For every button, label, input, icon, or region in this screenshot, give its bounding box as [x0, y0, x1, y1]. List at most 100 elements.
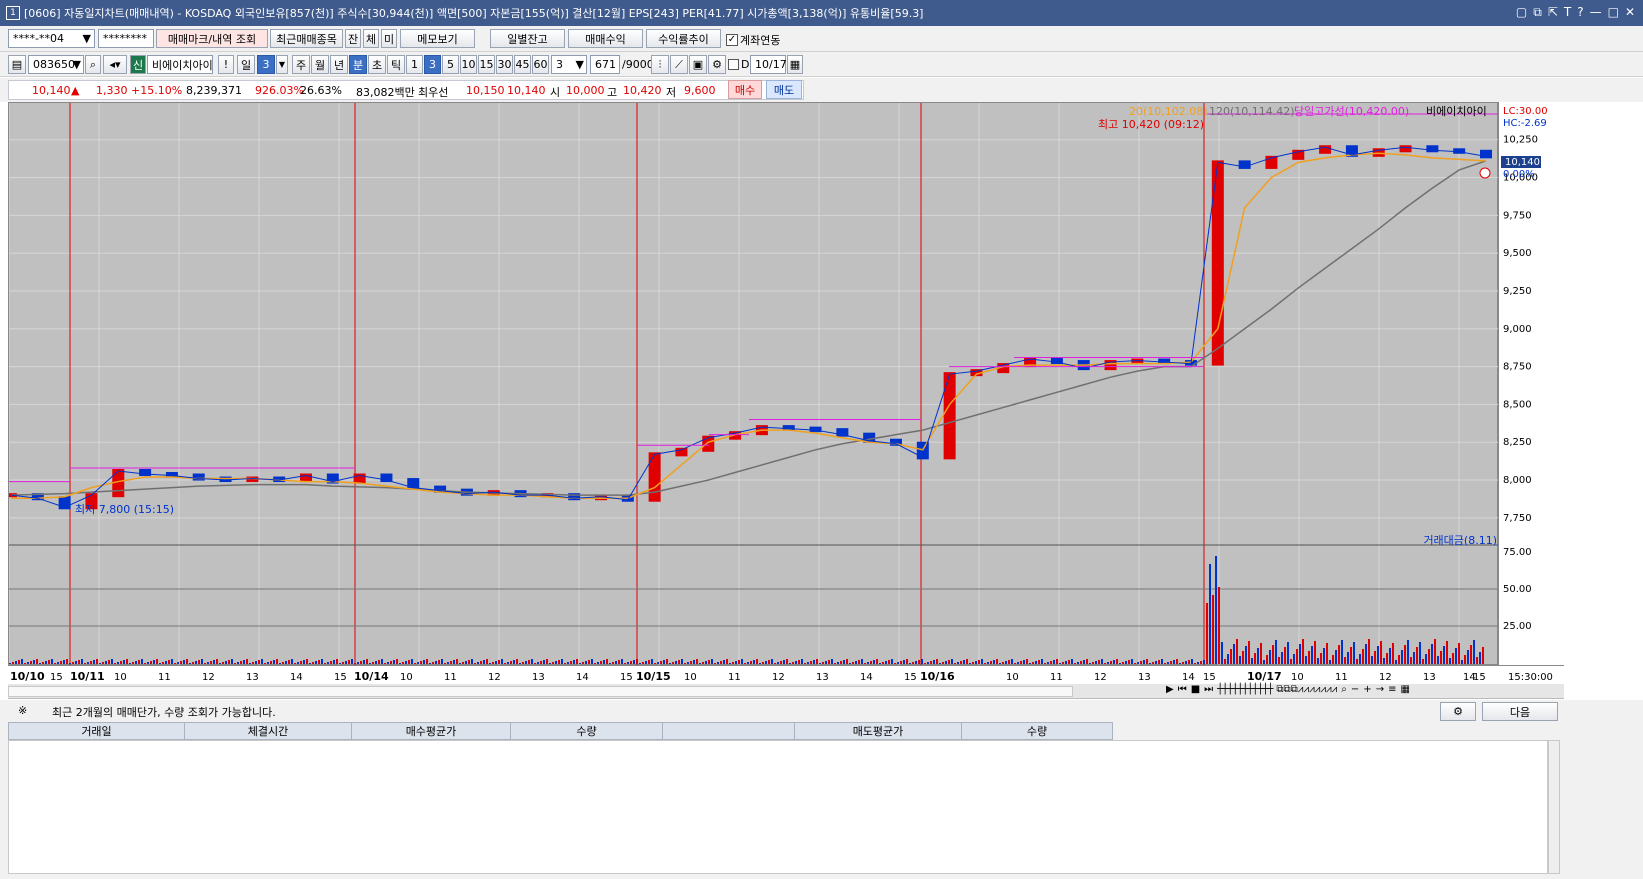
volume-bar — [237, 662, 239, 664]
period-30[interactable]: 30 — [496, 55, 513, 74]
candle-icon[interactable]: ⫶ — [651, 55, 669, 74]
period-60[interactable]: 60 — [532, 55, 549, 74]
tab-month[interactable]: 월 — [311, 55, 329, 74]
next-button[interactable]: 다음 — [1482, 702, 1558, 721]
volume-bar — [168, 660, 170, 664]
save-icon[interactable]: ▣ — [689, 55, 707, 74]
gear-icon[interactable]: ⚙ — [1440, 702, 1476, 721]
arrow-icon[interactable]: → — [1376, 684, 1384, 695]
volume-bar — [771, 659, 773, 664]
volume-bar — [924, 663, 926, 664]
speaker-icon[interactable]: ◂▾ — [103, 55, 127, 74]
stock-code-input[interactable]: 083650 ▼ — [28, 55, 84, 74]
trade-profit-button[interactable]: 매매수익 — [568, 29, 643, 48]
buy-button[interactable]: 매수 — [728, 80, 762, 99]
tab-year[interactable]: 년 — [330, 55, 348, 74]
maximize-icon[interactable]: □ — [1608, 5, 1619, 20]
price-tick: 9,250 — [1503, 286, 1532, 297]
rewind-icon[interactable]: ⏮ — [1178, 684, 1187, 695]
min-price-label: 최저 7,800 (15:15) — [75, 503, 174, 516]
close-icon[interactable]: ✕ — [1625, 5, 1635, 20]
tab-minute[interactable]: 분 — [349, 55, 367, 74]
account-select[interactable]: ****-**04 ▼ — [8, 29, 95, 48]
volume-bar — [1227, 654, 1229, 664]
recent-stocks-button[interactable]: 최근매매종목 — [270, 29, 343, 48]
volume-bar — [657, 662, 659, 664]
period-count-select[interactable]: 3 ▼ — [551, 55, 587, 74]
play-right-icon[interactable]: ▶ — [1166, 684, 1174, 695]
pending-button[interactable]: 미 — [381, 29, 397, 48]
scroll-thumb[interactable] — [8, 686, 1073, 697]
settings-icon[interactable]: ▦ — [1400, 684, 1409, 695]
date-checkbox[interactable] — [728, 59, 739, 70]
password-field[interactable]: ******** — [98, 29, 154, 48]
volume-bar — [1026, 659, 1028, 664]
period-3[interactable]: 3 — [424, 55, 441, 74]
volume-bar — [669, 663, 671, 664]
chevron-down-icon[interactable]: ▼ — [276, 55, 288, 74]
balance-button[interactable]: 잔 — [345, 29, 361, 48]
volume-bar — [456, 659, 458, 664]
volume-bar — [807, 662, 809, 664]
trade-table-body[interactable] — [8, 740, 1548, 874]
period-45[interactable]: 45 — [514, 55, 531, 74]
grid-icon[interactable]: ≡ — [1388, 684, 1396, 695]
volume-bar — [540, 661, 542, 664]
tab-second[interactable]: 초 — [368, 55, 386, 74]
forward-icon[interactable]: ⏭ — [1204, 684, 1213, 695]
zoom-icon[interactable]: ⌕ — [1341, 684, 1347, 695]
search-icon[interactable]: ⌕ — [85, 55, 101, 74]
volume-bar — [1251, 658, 1253, 664]
memo-button[interactable]: 메모보기 — [400, 29, 475, 48]
time-tick: 10 — [114, 672, 127, 683]
period-15[interactable]: 15 — [478, 55, 495, 74]
ma120-legend: 120(10,114.42) — [1209, 105, 1295, 118]
help-icon[interactable]: ? — [1577, 5, 1583, 20]
zoom-out-icon[interactable]: − — [1351, 684, 1359, 695]
page-input[interactable]: 671 — [590, 55, 620, 74]
volume-bar — [249, 663, 251, 664]
time-tick: 10 — [1291, 672, 1304, 683]
volume-bar — [1044, 663, 1046, 664]
volume-bar — [327, 662, 329, 664]
alert-button[interactable]: ! — [218, 55, 234, 74]
stop-icon[interactable]: ■ — [1191, 684, 1200, 695]
volume-bar — [1077, 662, 1079, 664]
price-chart[interactable]: 20(10,102.08) 120(10,114.42) 당일고가선(10,420.… — [5, 102, 1499, 666]
tab-tick[interactable]: 틱 — [387, 55, 405, 74]
return-trend-button[interactable]: 수익률추이 — [646, 29, 721, 48]
checkbox-checked-icon[interactable]: ✓ — [726, 34, 738, 46]
table-scrollbar[interactable] — [1548, 740, 1560, 874]
tab-week[interactable]: 주 — [292, 55, 310, 74]
chart-scrollbar[interactable]: ▶ ⏮ ■ ⏭ ┼┼┼┼┼┼┼┼┼┼┼ ⧉⧉⧉⩘⩘⩘⩘⩘⩘⩘ ⌕ − + → ≡… — [8, 684, 1564, 699]
list-icon[interactable]: ▤ — [8, 55, 26, 74]
copy-icon[interactable]: ⧉ — [1533, 5, 1542, 20]
font-icon[interactable]: T — [1564, 5, 1571, 20]
volume-bar — [1380, 641, 1382, 664]
executed-button[interactable]: 체 — [363, 29, 379, 48]
calendar-icon[interactable]: ▦ — [787, 55, 803, 74]
daily-balance-button[interactable]: 일별잔고 — [490, 29, 565, 48]
zoom-slider[interactable]: ┼┼┼┼┼┼┼┼┼┼┼ — [1217, 684, 1273, 695]
zoom-in-icon[interactable]: + — [1363, 684, 1371, 695]
volume-bar — [354, 663, 356, 664]
mark-query-button[interactable]: 매매마크/내역 조회 — [156, 29, 268, 48]
minimize-icon[interactable]: — — [1590, 5, 1602, 20]
draw-icon[interactable]: ⟋ — [670, 55, 688, 74]
chart-tools-icon[interactable]: ⧉⧉⧉⩘⩘⩘⩘⩘⩘⩘ — [1276, 684, 1337, 695]
restore-icon[interactable]: ▢ — [1516, 5, 1527, 20]
period-1[interactable]: 1 — [406, 55, 423, 74]
sell-button[interactable]: 매도 — [766, 80, 802, 99]
day-count[interactable]: 3 — [257, 55, 275, 74]
volume-bar — [927, 662, 929, 664]
volume-bar — [648, 660, 650, 664]
gear-icon[interactable]: ⚙ — [708, 55, 726, 74]
period-10[interactable]: 10 — [460, 55, 477, 74]
date-input[interactable]: 10/17 — [750, 55, 787, 74]
tab-day[interactable]: 일 — [237, 55, 255, 74]
pin-icon[interactable]: ⇱ — [1548, 5, 1558, 20]
period-5[interactable]: 5 — [442, 55, 459, 74]
volume-bar — [1347, 652, 1349, 664]
account-link-checkbox[interactable]: ✓ 계좌연동 — [726, 32, 780, 48]
trade-amount: 83,082백만 — [356, 86, 415, 99]
